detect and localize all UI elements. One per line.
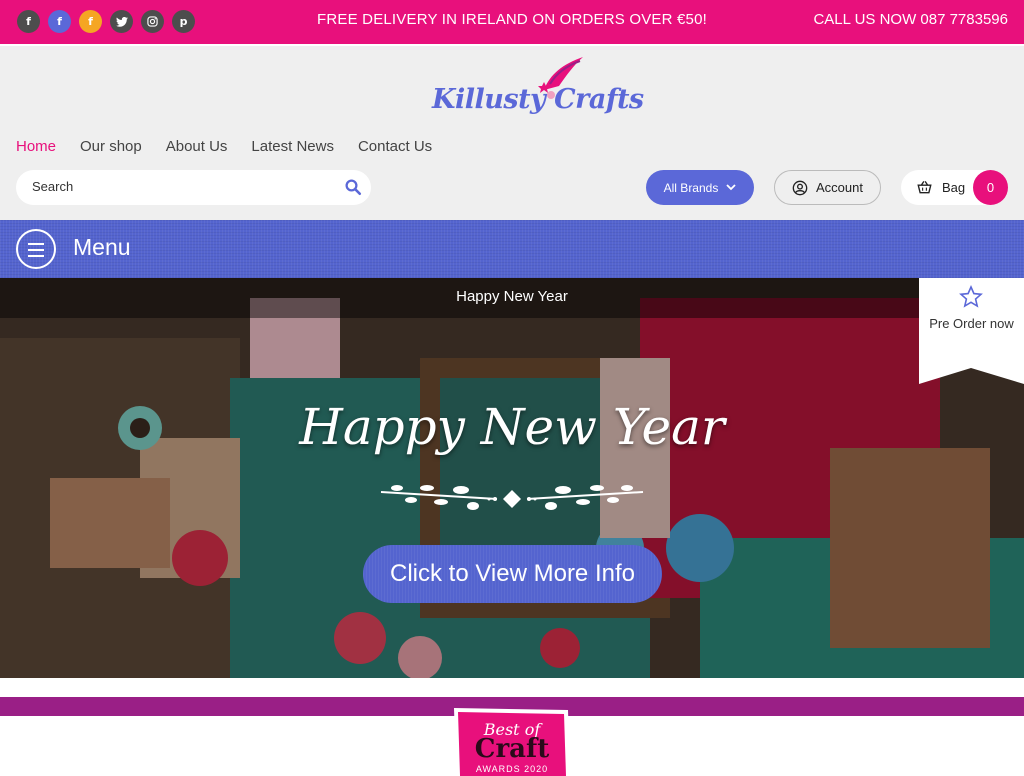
pinterest-icon[interactable]: p	[172, 10, 195, 33]
chevron-down-icon	[726, 184, 736, 191]
nav-latest-news[interactable]: Latest News	[251, 138, 334, 155]
social-links: f f f p	[17, 10, 195, 33]
basket-icon	[917, 180, 932, 194]
nav-contact-us[interactable]: Contact Us	[358, 138, 432, 155]
view-more-info-button[interactable]: Click to View More Info	[363, 545, 662, 603]
phone-text[interactable]: CALL US NOW 087 7783596	[813, 11, 1008, 28]
bag-button[interactable]: Bag 0	[901, 170, 1008, 205]
nav-about-us[interactable]: About Us	[166, 138, 228, 155]
hero-banner[interactable]: Happy New Year Happy New Year Click to V…	[0, 278, 1024, 678]
all-brands-label: All Brands	[663, 180, 719, 195]
bag-label: Bag	[942, 180, 966, 195]
facebook-icon[interactable]: f	[79, 10, 102, 33]
search-input[interactable]	[32, 179, 332, 194]
floral-divider-icon	[380, 485, 644, 510]
badge-line2: Craft	[474, 734, 550, 764]
hamburger-menu-icon[interactable]	[16, 229, 56, 269]
logo-text: Killusty Crafts	[432, 84, 644, 115]
badge-line3: AWARDS 2020	[475, 764, 549, 774]
hero-caption: Happy New Year	[456, 288, 568, 305]
hero-title: Happy New Year	[299, 398, 725, 456]
twitter-icon[interactable]	[110, 10, 133, 33]
search-icon[interactable]	[344, 178, 362, 196]
star-icon	[959, 285, 983, 308]
section-spacer	[0, 678, 1024, 697]
site-header: Killusty Crafts Home Our shop About Us L…	[0, 46, 1024, 220]
main-nav: Home Our shop About Us Latest News Conta…	[16, 138, 432, 155]
account-label: Account	[816, 180, 863, 195]
menu-bar: Menu	[0, 220, 1024, 278]
best-of-craft-badge: Best of Craft AWARDS 2020	[452, 706, 572, 776]
user-icon	[792, 180, 808, 195]
site-logo[interactable]: Killusty Crafts	[428, 54, 644, 130]
instagram-icon[interactable]	[141, 10, 164, 33]
bag-count-badge: 0	[973, 170, 1008, 205]
pre-order-ribbon[interactable]: Pre Order now	[919, 278, 1024, 384]
top-bar: f f f p FREE DELIVERY IN IRELAND ON ORDE…	[0, 0, 1024, 44]
search-box	[16, 170, 371, 205]
facebook-icon[interactable]: f	[17, 10, 40, 33]
pre-order-label: Pre Order now	[929, 316, 1014, 331]
account-button[interactable]: Account	[774, 170, 881, 205]
all-brands-dropdown[interactable]: All Brands	[646, 170, 754, 205]
nav-our-shop[interactable]: Our shop	[80, 138, 142, 155]
nav-home[interactable]: Home	[16, 138, 56, 155]
facebook-icon[interactable]: f	[48, 10, 71, 33]
menu-label[interactable]: Menu	[73, 234, 131, 261]
